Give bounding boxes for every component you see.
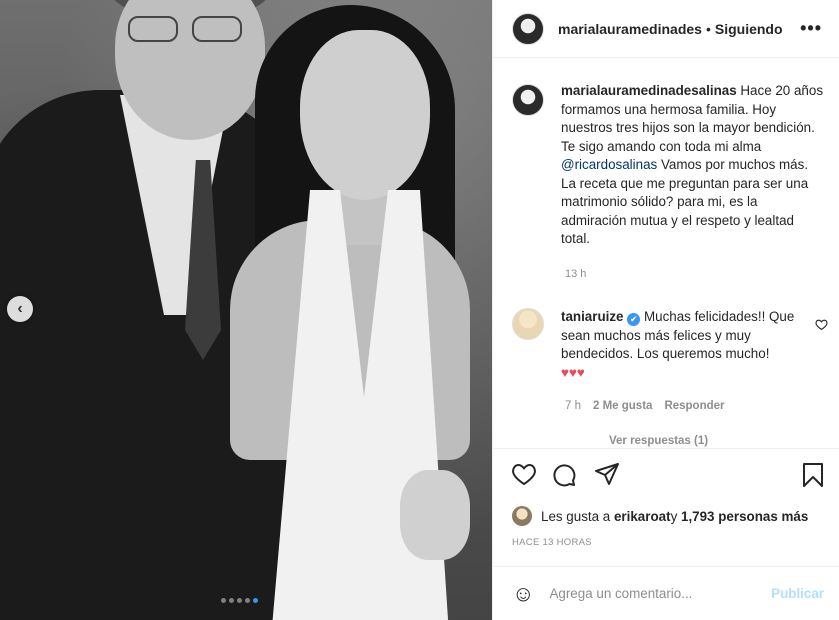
caption-avatar[interactable] <box>512 84 544 116</box>
comment-reply-button[interactable]: Responder <box>664 400 724 412</box>
caption-time: 13 h <box>565 268 587 280</box>
view-replies-link[interactable]: Ver respuestas (1) <box>609 435 708 447</box>
commenter-avatar[interactable] <box>512 308 544 340</box>
bookmark-icon[interactable] <box>801 462 825 488</box>
commenter-username[interactable]: taniaruize <box>561 309 624 324</box>
likes-prefix: Les gusta a <box>541 508 611 524</box>
share-icon[interactable] <box>594 462 620 486</box>
liker-username[interactable]: erikaroat <box>614 509 671 524</box>
heart-icon[interactable] <box>511 462 537 486</box>
post-caption: marialauramedinadesalinas Hace 20 años f… <box>512 82 832 249</box>
caption-username[interactable]: marialauramedinadesalinas <box>561 83 737 98</box>
photo-man-glasses <box>128 16 248 44</box>
publish-button[interactable]: Publicar <box>771 586 824 601</box>
more-options-icon[interactable]: ••• <box>800 18 822 39</box>
carousel-dot <box>253 598 258 603</box>
carousel-dot <box>221 598 226 603</box>
comment-time: 7 h <box>565 400 581 412</box>
likes-summary: Les gusta a erikaroat y 1,793 personas m… <box>512 506 808 526</box>
photo-hand <box>400 470 470 560</box>
carousel-dot <box>245 598 250 603</box>
likes-count[interactable]: 1,793 personas más <box>681 509 808 524</box>
comment-meta: 7 h 2 Me gusta Responder <box>565 400 725 412</box>
post-photo[interactable]: ‹ <box>0 0 492 620</box>
caption-text: marialauramedinadesalinas Hace 20 años f… <box>561 82 826 249</box>
add-comment-bar: ☺ Publicar <box>493 566 839 620</box>
comment-likes-count[interactable]: 2 Me gusta <box>593 400 652 412</box>
chevron-left-icon: ‹ <box>17 300 23 317</box>
comment-input[interactable] <box>549 586 760 601</box>
carousel-dot <box>237 598 242 603</box>
following-button[interactable]: Siguiendo <box>715 21 783 37</box>
likes-middle: y <box>670 508 678 524</box>
verified-icon: ✔ <box>627 313 641 326</box>
emoji-icon[interactable]: ☺ <box>512 581 534 607</box>
comments-area[interactable]: marialauramedinadesalinas Hace 20 años f… <box>493 59 839 447</box>
post-actions-bar <box>493 448 839 498</box>
comment-hearts: ♥♥♥ <box>561 364 585 380</box>
carousel-prev-button[interactable]: ‹ <box>7 296 33 322</box>
post-timestamp[interactable]: Hace 13 horas <box>512 537 592 548</box>
carousel-indicator <box>221 598 258 603</box>
comment-text: taniaruize ✔ Muchas felicidades!! Que se… <box>561 308 801 382</box>
comment-item: taniaruize ✔ Muchas felicidades!! Que se… <box>512 308 832 382</box>
post-header: marialauramedinades • Siguiendo ••• <box>493 0 839 58</box>
carousel-dot <box>229 598 234 603</box>
author-avatar[interactable] <box>512 12 544 45</box>
post-side-panel: marialauramedinades • Siguiendo ••• mari… <box>492 0 839 620</box>
comment-icon[interactable] <box>551 462 577 488</box>
caption-mention-link[interactable]: @ricardosalinas <box>561 157 657 172</box>
comment-like-heart-icon[interactable] <box>815 318 828 334</box>
liker-avatar[interactable] <box>512 506 532 526</box>
author-username[interactable]: marialauramedinades <box>558 21 702 37</box>
header-separator: • <box>705 20 711 37</box>
photo-woman-face <box>300 30 430 200</box>
